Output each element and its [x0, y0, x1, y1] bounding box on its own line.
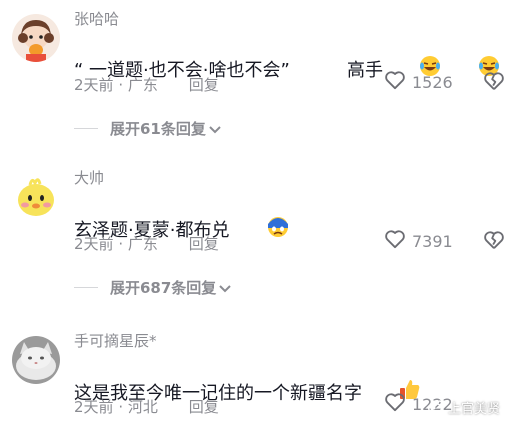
like-button[interactable]: 7391	[384, 229, 453, 253]
comment-location: 广东	[127, 235, 158, 253]
comment-meta: 2天前 · 广东 回复	[74, 74, 219, 95]
comment-location: 广东	[127, 76, 158, 94]
heart-outline-icon	[384, 70, 406, 94]
chevron-down-icon	[209, 120, 221, 138]
comment-time: 2天前	[74, 235, 114, 253]
watermark: 上官美贤	[427, 398, 501, 417]
dislike-button[interactable]	[483, 230, 505, 254]
username[interactable]: 大帅	[74, 167, 104, 188]
expand-replies-label: 展开61条回复	[110, 120, 206, 138]
meta-separator: ·	[118, 235, 124, 253]
watermark-text: 上官美贤	[448, 402, 501, 417]
expand-replies[interactable]: 展开61条回复	[74, 118, 221, 139]
weibo-icon	[427, 399, 444, 417]
broken-heart-icon	[483, 72, 505, 95]
username[interactable]: 手可摘星辰*	[74, 330, 157, 351]
comment-time: 2天前	[74, 398, 114, 416]
avatar[interactable]	[12, 14, 60, 62]
reply-button[interactable]: 回复	[189, 235, 219, 253]
comment-meta: 2天前 · 广东 回复	[74, 233, 219, 254]
like-count: 1526	[412, 72, 453, 92]
meta-separator: ·	[118, 76, 124, 94]
meta-separator: ·	[118, 398, 124, 416]
comment-location: 河北	[127, 398, 158, 416]
reply-button[interactable]: 回复	[189, 76, 219, 94]
broken-heart-icon	[483, 231, 505, 254]
divider	[74, 287, 98, 288]
crying-face-emoji-icon	[231, 193, 289, 264]
divider	[74, 128, 98, 129]
dislike-button[interactable]	[483, 71, 505, 95]
avatar[interactable]	[12, 336, 60, 384]
avatar[interactable]	[12, 173, 60, 221]
username[interactable]: 张哈哈	[74, 8, 119, 29]
expand-replies[interactable]: 展开687条回复	[74, 277, 232, 298]
heart-outline-icon	[384, 229, 406, 253]
heart-outline-icon	[384, 392, 406, 416]
reply-button[interactable]: 回复	[189, 398, 219, 416]
like-button[interactable]: 1526	[384, 70, 453, 94]
expand-replies-label: 展开687条回复	[110, 279, 217, 297]
like-count: 7391	[412, 231, 453, 251]
comment-meta: 2天前 · 河北 回复	[74, 396, 219, 417]
chevron-down-icon	[219, 279, 232, 297]
comment-time: 2天前	[74, 76, 114, 94]
